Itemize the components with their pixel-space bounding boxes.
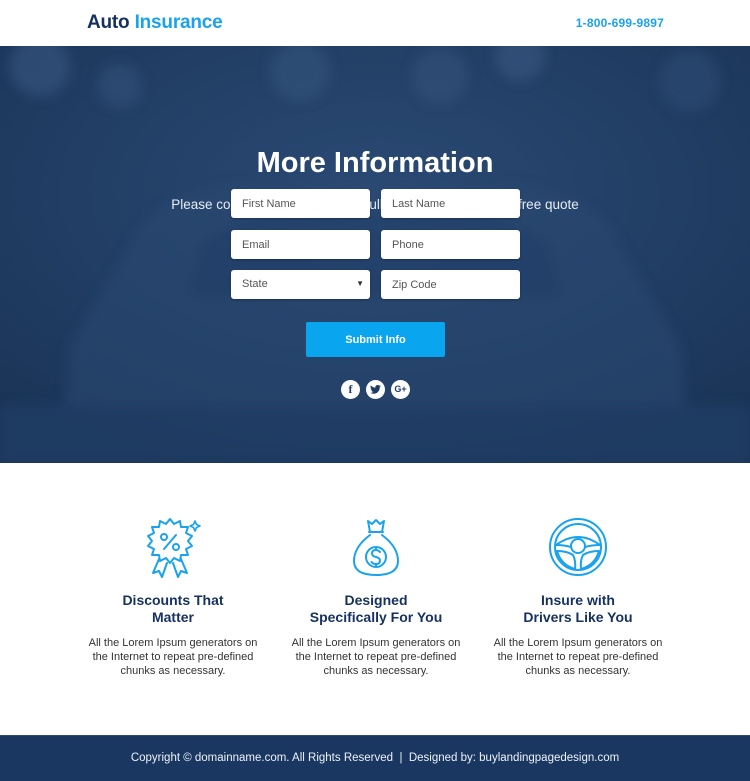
- feature-discounts: Discounts That Matter All the Lorem Ipsu…: [73, 515, 273, 678]
- designed-by-label: Designed by:: [408, 752, 476, 764]
- phone-link[interactable]: 1-800-699-9897: [576, 16, 664, 30]
- feature-drivers: Insure with Drivers Like You All the Lor…: [478, 515, 678, 678]
- discount-badge-icon: [73, 515, 273, 581]
- footer-separator: |: [399, 752, 403, 764]
- footer: Copyright © domainname.com. All Rights R…: [0, 735, 750, 781]
- logo[interactable]: Auto Insurance: [87, 12, 223, 34]
- steering-wheel-icon: [478, 515, 678, 581]
- email-input[interactable]: [231, 230, 370, 259]
- footer-text: Copyright © domainname.com. All Rights R…: [0, 752, 750, 764]
- feature-description: All the Lorem Ipsum generators on the In…: [88, 637, 258, 677]
- feature-title: Insure with Drivers Like You: [523, 592, 633, 625]
- zip-code-input[interactable]: [381, 270, 520, 299]
- feature-title: Designed Specifically For You: [309, 592, 443, 625]
- phone-input[interactable]: [381, 230, 520, 259]
- google-plus-icon[interactable]: G+: [391, 380, 410, 399]
- designer-link[interactable]: buylandingpagedesign.com: [479, 752, 619, 764]
- copyright-text: Copyright © domainname.com. All Rights R…: [130, 752, 394, 764]
- feature-description: All the Lorem Ipsum generators on the In…: [291, 637, 461, 677]
- header: Auto Insurance 1-800-699-9897: [0, 0, 750, 46]
- feature-description: All the Lorem Ipsum generators on the In…: [493, 637, 663, 677]
- hero-section: More Information Please complete the for…: [0, 46, 750, 463]
- state-select[interactable]: State ▼: [231, 270, 370, 299]
- feature-title: Discounts That Matter: [122, 592, 224, 625]
- facebook-icon[interactable]: f: [341, 380, 360, 399]
- last-name-input[interactable]: [381, 189, 520, 218]
- chevron-down-icon: ▼: [356, 279, 364, 288]
- logo-part2: Insurance: [134, 12, 223, 33]
- money-bag-icon: [276, 515, 476, 581]
- hero-subtitle: Please complete the form to get full inf…: [171, 197, 579, 212]
- submit-info-button[interactable]: Submit Info: [306, 322, 445, 357]
- first-name-input[interactable]: [231, 189, 370, 218]
- hero-title: More Information: [256, 147, 494, 179]
- feature-designed: Designed Specifically For You All the Lo…: [276, 515, 476, 678]
- twitter-icon[interactable]: [366, 380, 385, 399]
- hero-background-car-image: [0, 46, 750, 463]
- logo-part1: Auto: [87, 12, 130, 33]
- state-select-value: State: [242, 278, 268, 290]
